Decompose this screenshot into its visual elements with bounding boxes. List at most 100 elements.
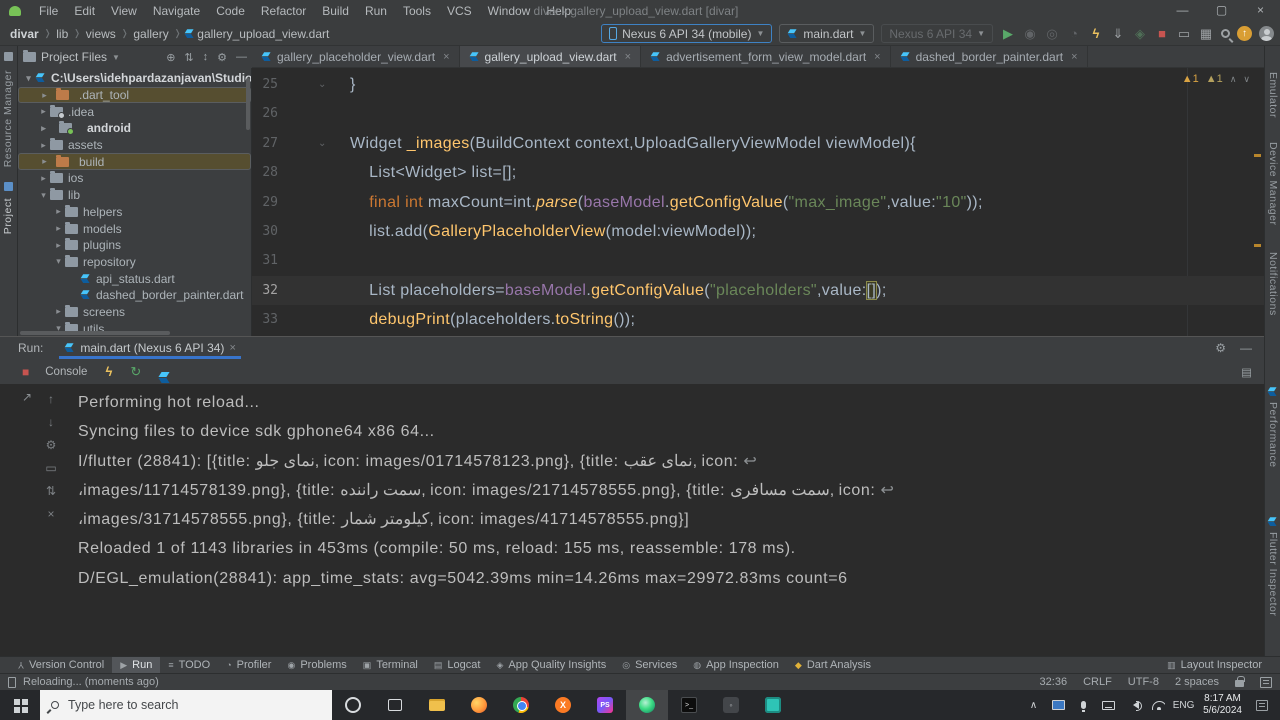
tree-item-c-users-idehpardazanjavan-studioproject[interactable]: ▾ C:\Users\idehpardazanjavan\StudioProjec… [18,70,251,87]
tray-clock[interactable]: 8:17 AM 5/6/2024 [1196,693,1249,718]
tool-button-app-inspection[interactable]: ◍ App Inspection [685,657,787,673]
project-tool-icon[interactable] [4,182,13,191]
run-button[interactable]: ▶ [1000,26,1016,41]
project-scrollbar-horizontal[interactable] [20,331,170,335]
update-available-icon[interactable]: ↑ [1237,26,1252,41]
code-editor[interactable]: 25 ⌄} 26 27 ⌄ Widget _images(BuildContext con… [252,68,1264,336]
start-button[interactable] [0,690,40,720]
tool-button-emulator[interactable]: Emulator [1267,72,1279,118]
device-manager-button[interactable]: ▭ [1176,26,1192,41]
prev-issue-icon[interactable]: ∧ [1230,74,1237,85]
tool-strip-icon[interactable] [4,52,13,61]
chevron-right-icon[interactable]: ▸ [37,173,50,184]
debug-button[interactable]: ◉ [1022,26,1038,41]
taskbar-app-cortana[interactable] [332,690,374,720]
soft-wrap-icon[interactable]: ▭ [44,461,58,475]
indent-indicator[interactable]: 2 spaces [1175,676,1219,688]
resource-manager-tool-button[interactable]: Resource Manager [2,70,14,167]
project-scrollbar-vertical[interactable] [246,78,250,130]
tool-button-services[interactable]: ◎ Services [614,657,685,673]
close-icon[interactable]: × [1071,51,1077,63]
chevron-down-icon[interactable]: ▾ [37,190,50,201]
tab-advertisement-form-view-model-dart[interactable]: advertisement_form_view_model.dart × [641,46,891,67]
hot-reload-button[interactable]: ϟ [1088,26,1104,41]
console-output[interactable]: Performing hot reload... Syncing files to… [78,388,1254,593]
expand-all-icon[interactable]: ⇅ [184,51,193,64]
tool-button-app-quality-insights[interactable]: ◈ App Quality Insights [488,657,614,673]
attach-debugger-button[interactable]: ⇓ [1110,26,1126,41]
line-ending-indicator[interactable]: CRLF [1083,676,1112,688]
profiler-button[interactable]: ◔ [1066,26,1082,41]
stop-process-button[interactable]: ■ [22,365,29,379]
chevron-right-icon[interactable]: ▸ [37,106,50,117]
tool-button-notifications[interactable]: Notifications [1267,252,1279,316]
tool-button-run[interactable]: ▶ Run [112,657,161,673]
menu-refactor[interactable]: Refactor [253,0,314,22]
taskbar-search[interactable]: Type here to search [40,690,332,720]
settings-gear-icon[interactable]: ⚙ [217,51,227,64]
chevron-down-icon[interactable]: ▾ [52,256,65,267]
taskbar-app-phpstorm[interactable]: PS [584,690,626,720]
down-stack-icon[interactable]: ↓ [44,415,58,429]
menu-view[interactable]: View [103,0,145,22]
menu-vcs[interactable]: VCS [439,0,480,22]
taskbar-app-file-explorer[interactable] [416,690,458,720]
tree-item-repository[interactable]: ▾ repository [18,254,251,271]
up-stack-icon[interactable]: ↑ [44,392,58,406]
search-everywhere-icon[interactable] [1221,29,1230,38]
chevron-right-icon[interactable]: ▸ [52,206,65,217]
profile-avatar[interactable] [1259,26,1274,41]
tool-button-profiler[interactable]: ◔ Profiler [218,657,279,673]
tree-item-helpers[interactable]: ▸ helpers [18,204,251,221]
taskbar-app-android-studio[interactable] [626,690,668,720]
menu-tools[interactable]: Tools [395,0,439,22]
tab-gallery-upload-view-dart[interactable]: gallery_upload_view.dart × [459,46,642,67]
tree-item-models[interactable]: ▸ models [18,220,251,237]
breadcrumb-item-file[interactable]: gallery_upload_view.dart [195,27,331,41]
menu-edit[interactable]: Edit [66,0,103,22]
breadcrumb-item-root[interactable]: divar [8,27,41,41]
tab-dashed-border-painter-dart[interactable]: dashed_border_painter.dart × [891,46,1088,67]
tray-language[interactable]: ENG [1171,700,1196,711]
minimize-button[interactable]: — [1163,0,1202,22]
deploy-target-dropdown[interactable]: Nexus 6 API 34 ▼ [881,24,993,43]
close-icon[interactable]: × [625,51,631,63]
close-button[interactable]: × [1241,0,1280,22]
breadcrumb-item-gallery[interactable]: gallery [131,27,170,41]
tray-volume-icon[interactable] [1121,701,1146,711]
taskbar-app-emulator[interactable] [752,690,794,720]
tool-button-problems[interactable]: ◉ Problems [279,657,354,673]
warning-count-badge[interactable]: ▲1 [1182,73,1199,85]
chevron-right-icon[interactable]: ▸ [52,306,65,317]
close-icon[interactable]: × [443,51,449,63]
scroll-to-end-icon[interactable]: ⇅ [44,484,58,498]
sdk-manager-button[interactable]: ▦ [1198,26,1214,41]
tree-item-android[interactable]: ▸ android [18,120,251,137]
fold-marker-icon[interactable]: ⌄ [318,70,327,99]
chevron-right-icon[interactable]: ▸ [52,240,65,251]
tray-keyboard-icon[interactable] [1096,700,1121,710]
taskbar-app-chrome[interactable] [500,690,542,720]
hide-panel-icon[interactable]: — [236,51,247,63]
tree-item-build[interactable]: ▸ build [18,153,251,171]
caret-position[interactable]: 32:36 [1040,676,1068,688]
project-tree[interactable]: ▾ C:\Users\idehpardazanjavan\StudioProjec… [18,68,252,336]
chevron-right-icon[interactable]: ▸ [38,90,51,101]
collapse-all-icon[interactable]: ↕ [203,51,209,63]
flutter-attach-button[interactable]: ◈ [1132,26,1148,41]
tree-item-dart-tool[interactable]: ▸ .dart_tool [18,86,251,104]
stop-button[interactable]: ■ [1154,26,1170,41]
tree-item-assets[interactable]: ▸ assets [18,137,251,154]
console-tab[interactable]: Console [45,366,87,378]
settings-gear-icon[interactable]: ⚙ [1215,341,1226,355]
tool-button-device-manager[interactable]: Device Manager [1267,142,1279,225]
fold-marker-icon[interactable]: ⌄ [318,129,327,158]
tool-button-performance[interactable]: Performance [1267,402,1279,468]
taskbar-app-task-view[interactable] [374,690,416,720]
notifications-icon[interactable] [1260,676,1272,688]
close-icon[interactable]: × [874,51,880,63]
breadcrumb-item-views[interactable]: views [84,27,118,41]
console-settings-icon[interactable]: ⚙ [44,438,58,452]
tab-gallery-placeholder-view-dart[interactable]: gallery_placeholder_view.dart × [252,46,460,67]
breadcrumb-item-lib[interactable]: lib [54,27,70,41]
